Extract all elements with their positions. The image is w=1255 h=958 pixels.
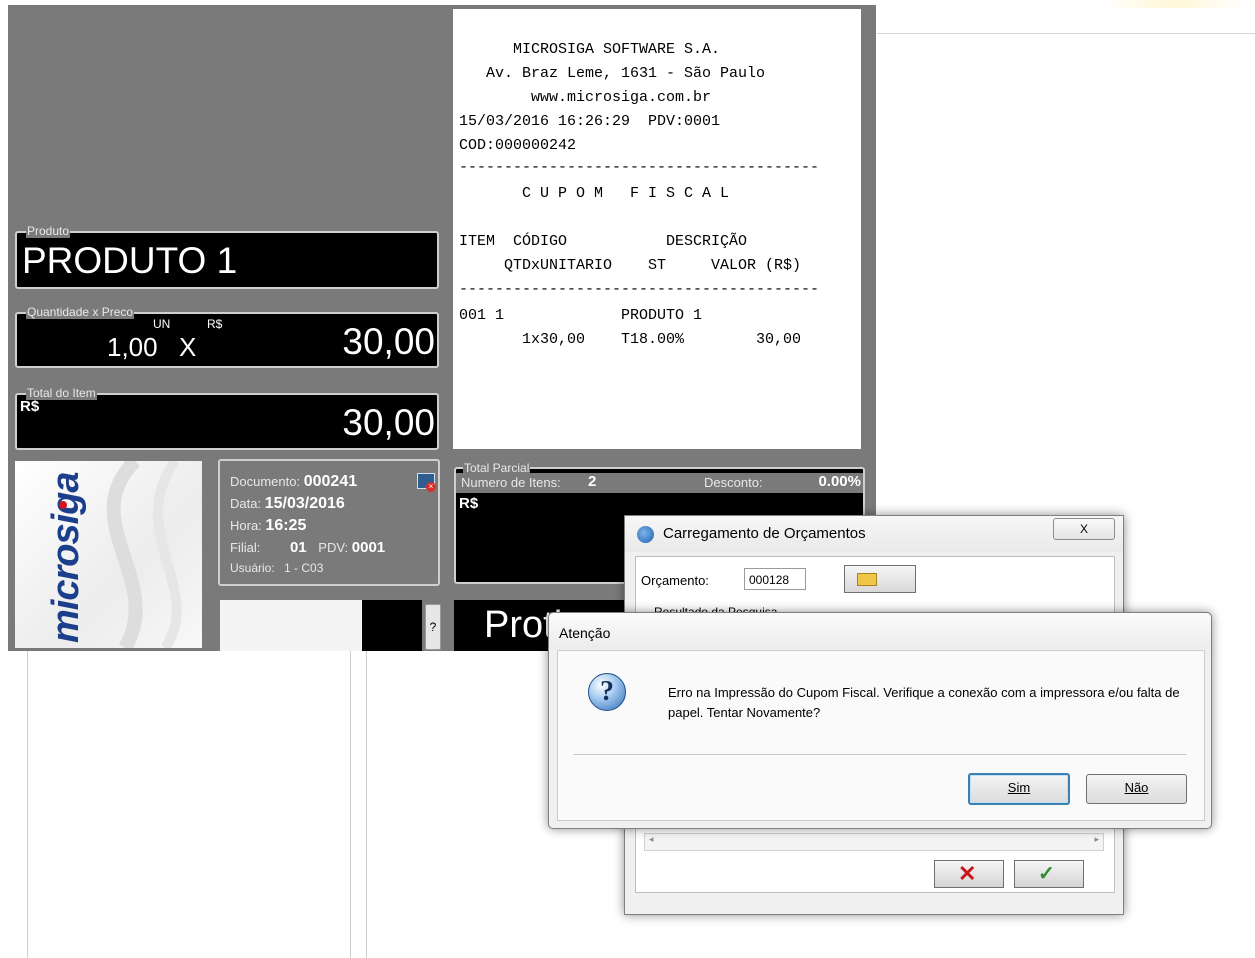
- receipt-line: 001 1 PRODUTO 1: [459, 307, 703, 324]
- receipt-line: ITEM CÓDIGO DESCRIÇÃO: [459, 233, 748, 250]
- desconto-value: 0.00%: [818, 473, 861, 490]
- receipt-preview: MICROSIGA SOFTWARE S.A. Av. Braz Leme, 1…: [453, 9, 861, 449]
- cancel-x-icon: ✕: [958, 861, 977, 886]
- divider: [350, 651, 351, 958]
- total-item-currency: R$: [20, 398, 40, 415]
- logo-text: microsiga: [45, 472, 87, 643]
- horizontal-scrollbar[interactable]: ◂ ▸: [644, 833, 1104, 851]
- filial-label: Filial:: [230, 540, 261, 555]
- produto-legend: Produto: [26, 224, 71, 238]
- open-folder-button[interactable]: [844, 565, 916, 593]
- receipt-line: Av. Braz Leme, 1631 - São Paulo: [459, 65, 766, 82]
- document-info-panel: Documento: 000241 Data: 15/03/2016 Hora:…: [218, 459, 440, 586]
- atencao-dialog: Atenção ? Erro na Impressão do Cupom Fis…: [548, 612, 1212, 829]
- printer-error-icon[interactable]: ×: [417, 473, 436, 492]
- receipt-line: COD:000000242: [459, 137, 577, 154]
- confirm-button[interactable]: ✓: [1014, 860, 1084, 888]
- produto-field: Produto PRODUTO 1: [15, 224, 439, 289]
- num-itens-label: Numero de Itens:: [461, 475, 561, 490]
- receipt-line: MICROSIGA SOFTWARE S.A.: [459, 41, 721, 58]
- num-itens-value: 2: [588, 473, 597, 490]
- orcamento-input[interactable]: 000128: [744, 568, 806, 590]
- logo-dot: [59, 501, 67, 509]
- price-value: 30,00: [342, 321, 435, 362]
- receipt-line: ----------------------------------------: [459, 159, 820, 176]
- atencao-body: ? Erro na Impressão do Cupom Fiscal. Ver…: [557, 650, 1205, 821]
- bottom-black-field: [362, 600, 422, 651]
- orcamento-label: Orçamento:: [641, 573, 709, 588]
- nao-button[interactable]: Não: [1086, 774, 1187, 804]
- receipt-line: C U P O M F I S C A L: [459, 185, 730, 202]
- receipt-line: 15/03/2016 16:26:29 PDV:0001: [459, 113, 721, 130]
- separator: [573, 754, 1187, 755]
- qty-price-legend: Quantidade x Preco: [26, 305, 135, 319]
- total-parcial-currency: R$: [459, 495, 479, 512]
- times-sign: X: [179, 332, 197, 362]
- sim-button[interactable]: Sim: [968, 773, 1070, 805]
- usuario-label: Usuário:: [230, 561, 275, 575]
- cancel-button[interactable]: ✕: [934, 860, 1004, 888]
- documento-label: Documento:: [230, 474, 301, 489]
- close-button[interactable]: X: [1053, 518, 1115, 540]
- bottom-input-field[interactable]: [220, 600, 362, 651]
- atencao-titlebar: [549, 613, 1211, 649]
- documento-value: 000241: [303, 473, 358, 490]
- scroll-right-icon[interactable]: ▸: [1094, 834, 1099, 845]
- qty-price-field: Quantidade x Preco UN R$ 1,00 X 30,00: [15, 305, 439, 368]
- total-item-value: 30,00: [342, 402, 435, 443]
- produto-value: PRODUTO 1: [22, 240, 238, 281]
- orcamentos-title: Carregamento de Orçamentos: [663, 525, 866, 542]
- receipt-line: 1x30,00 T18.00% 30,00: [459, 331, 802, 348]
- pdv-label: PDV:: [318, 540, 349, 555]
- atencao-title: Atenção: [559, 625, 611, 641]
- receipt-line: QTDxUNITARIO ST VALOR (R$): [459, 257, 802, 274]
- quantity-value: 1,00: [107, 332, 158, 362]
- hora-label: Hora:: [230, 518, 262, 533]
- unit-label: UN: [153, 317, 171, 331]
- logo-swirl: [106, 461, 182, 648]
- divider: [366, 651, 367, 958]
- microsiga-logo: microsiga: [15, 461, 202, 648]
- filial-value: 01: [289, 539, 307, 556]
- help-button[interactable]: ?: [425, 604, 441, 650]
- hora-value: 16:25: [265, 517, 307, 534]
- top-glow: [1100, 0, 1250, 8]
- divider: [27, 651, 28, 958]
- scroll-left-icon[interactable]: ◂: [649, 834, 654, 845]
- pdv-value: 0001: [351, 539, 386, 556]
- usuario-value: 1 - C03: [284, 561, 324, 575]
- question-icon: ?: [588, 673, 626, 711]
- data-value: 15/03/2016: [264, 495, 345, 512]
- atencao-message: Erro na Impressão do Cupom Fiscal. Verif…: [668, 685, 1180, 720]
- currency-label: R$: [207, 317, 223, 331]
- data-label: Data:: [230, 496, 262, 511]
- folder-icon: [857, 573, 877, 586]
- confirm-check-icon: ✓: [1038, 863, 1055, 885]
- receipt-line: ----------------------------------------: [459, 281, 820, 298]
- total-item-field: Total do Item R$ 30,00: [15, 386, 439, 450]
- app-icon: [637, 526, 654, 543]
- desconto-label: Desconto:: [704, 475, 763, 490]
- receipt-line: www.microsiga.com.br: [459, 89, 712, 106]
